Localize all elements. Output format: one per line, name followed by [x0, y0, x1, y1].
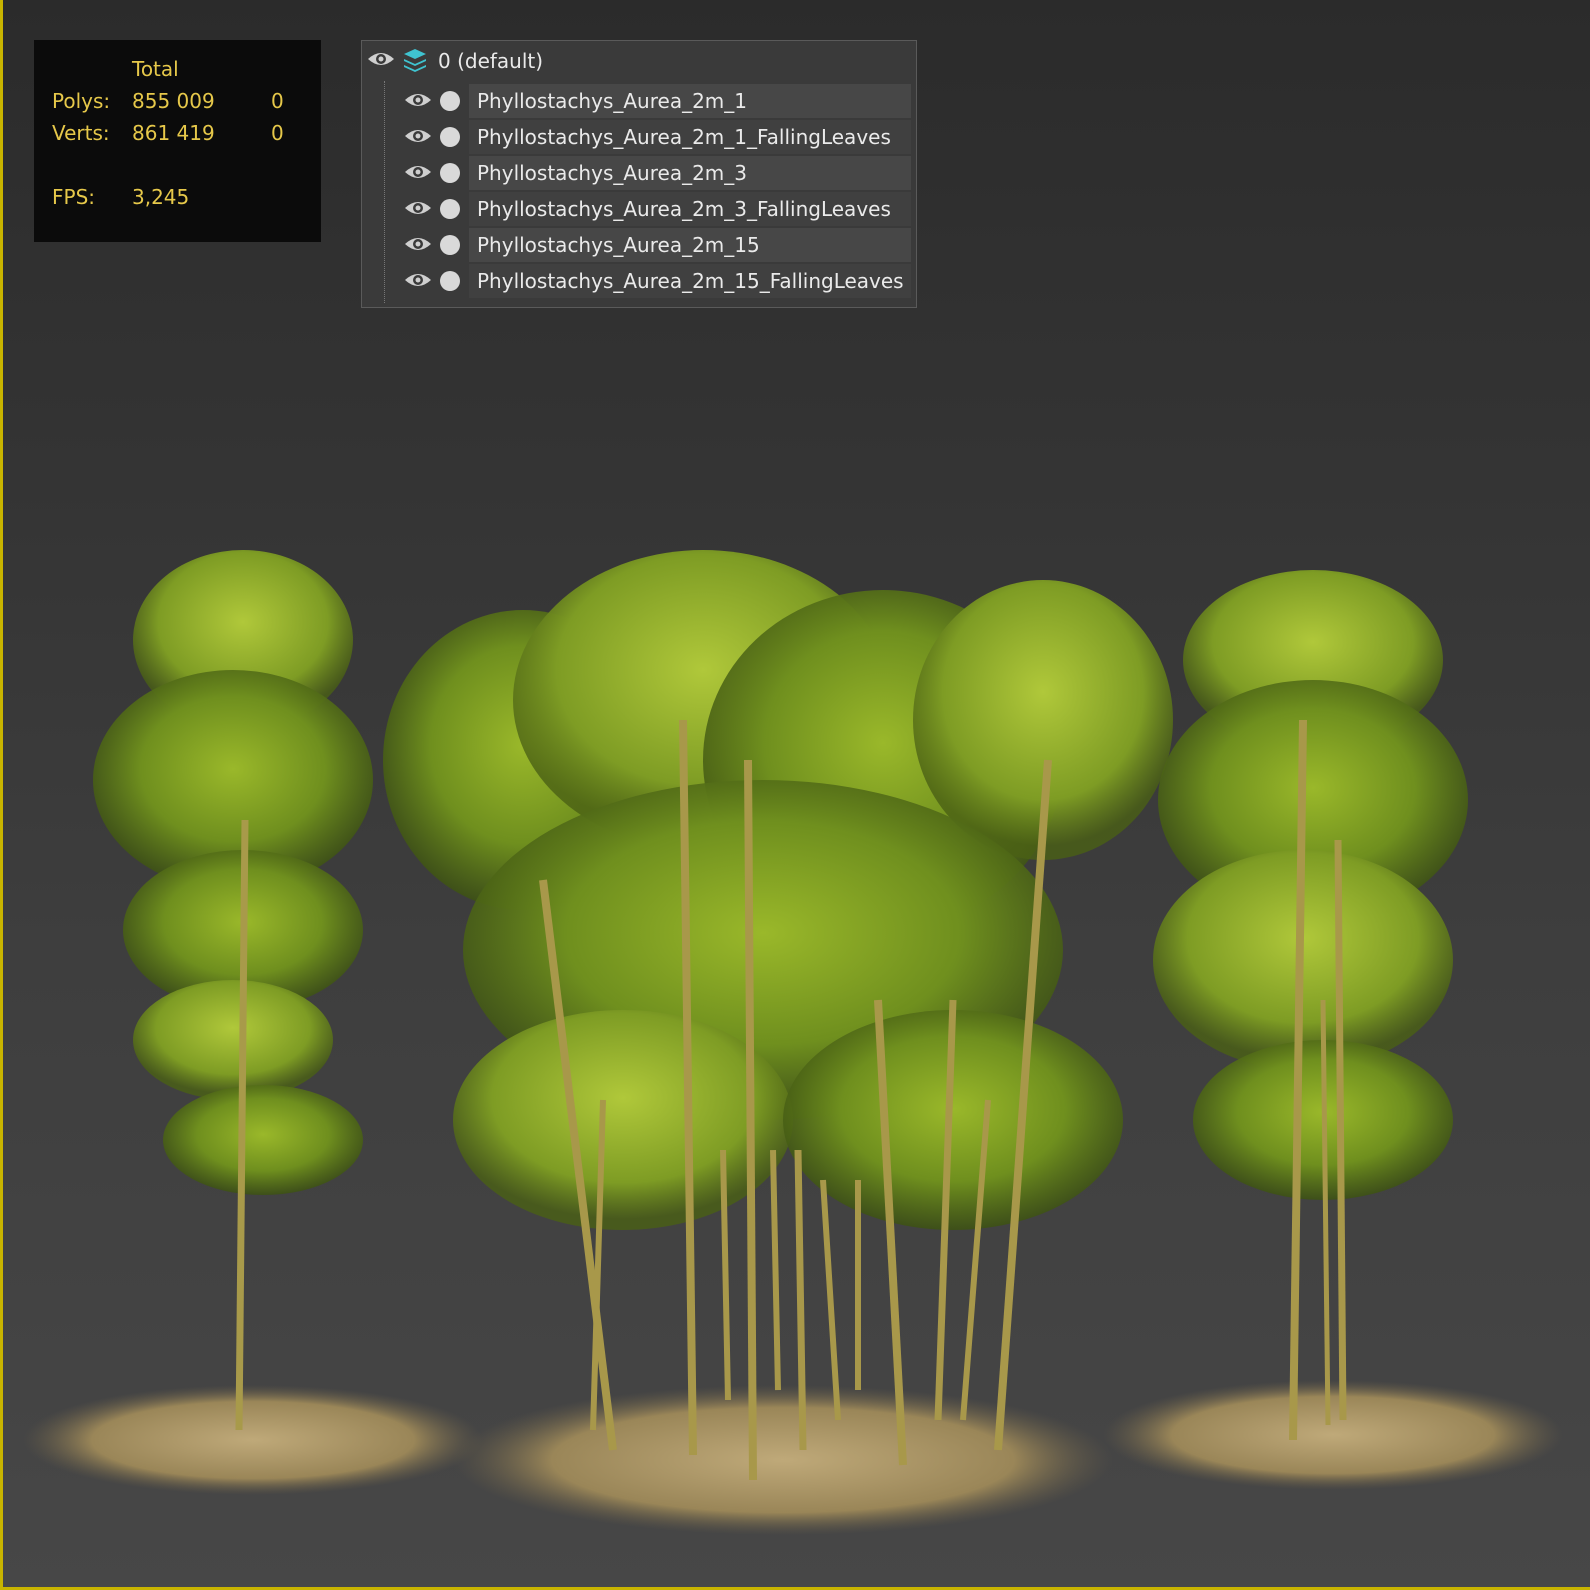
object-dot-icon[interactable] [440, 199, 460, 219]
layer-item[interactable]: Phyllostachys_Aurea_2m_15_FallingLeaves [362, 263, 916, 299]
object-dot-icon[interactable] [440, 91, 460, 111]
visibility-eye-icon[interactable] [404, 127, 432, 145]
visibility-eye-icon[interactable] [404, 199, 432, 217]
layer-item[interactable]: Phyllostachys_Aurea_2m_3 [362, 155, 916, 191]
layer-item[interactable]: Phyllostachys_Aurea_2m_15 [362, 227, 916, 263]
object-dot-icon[interactable] [440, 127, 460, 147]
stats-verts-label: Verts: [52, 121, 110, 145]
layer-stack-icon [404, 49, 426, 72]
bamboo-clump-left [93, 550, 373, 1431]
viewport-statistics: Total Polys: 855 009 0 Verts: 861 419 0 … [34, 40, 321, 242]
layer-item[interactable]: Phyllostachys_Aurea_2m_1 [362, 83, 916, 119]
stats-total-header: Total [132, 57, 179, 81]
object-dot-icon[interactable] [440, 271, 460, 291]
viewport[interactable]: Total Polys: 855 009 0 Verts: 861 419 0 … [0, 0, 1590, 1590]
visibility-eye-icon[interactable] [404, 271, 432, 289]
layer-item-name[interactable]: Phyllostachys_Aurea_2m_15 [469, 228, 911, 262]
layer-item-name[interactable]: Phyllostachys_Aurea_2m_3_FallingLeaves [469, 192, 911, 226]
leaf-litter-left [23, 1385, 483, 1495]
visibility-eye-icon[interactable] [404, 235, 432, 253]
layer-item-name[interactable]: Phyllostachys_Aurea_2m_1_FallingLeaves [469, 120, 911, 154]
stats-polys-total: 855 009 [132, 89, 215, 113]
layer-item-name[interactable]: Phyllostachys_Aurea_2m_3 [469, 156, 911, 190]
layer-explorer: 0 (default) Phyllostachys_Aurea_2m_1 Phy… [361, 40, 917, 308]
stats-polys-selected: 0 [271, 89, 284, 113]
layer-item[interactable]: Phyllostachys_Aurea_2m_3_FallingLeaves [362, 191, 916, 227]
stats-fps-label: FPS: [52, 185, 95, 209]
layer-item[interactable]: Phyllostachys_Aurea_2m_1_FallingLeaves [362, 119, 916, 155]
stats-polys-label: Polys: [52, 89, 111, 113]
layer-root-default[interactable]: 0 (default) [362, 41, 916, 77]
bamboo-clump-center [383, 550, 1173, 1481]
visibility-eye-icon[interactable] [367, 50, 395, 68]
leaf-litter-right [1103, 1380, 1563, 1490]
bamboo-clump-right [1153, 570, 1468, 1441]
stats-verts-selected: 0 [271, 121, 284, 145]
stats-verts-total: 861 419 [132, 121, 215, 145]
object-dot-icon[interactable] [440, 163, 460, 183]
stats-fps-value: 3,245 [132, 185, 190, 209]
layer-item-name[interactable]: Phyllostachys_Aurea_2m_15_FallingLeaves [469, 264, 911, 298]
object-dot-icon[interactable] [440, 235, 460, 255]
visibility-eye-icon[interactable] [404, 91, 432, 109]
leaf-litter-center [453, 1385, 1113, 1535]
visibility-eye-icon[interactable] [404, 163, 432, 181]
layer-item-name[interactable]: Phyllostachys_Aurea_2m_1 [469, 84, 911, 118]
layer-root-label: 0 (default) [438, 49, 544, 73]
